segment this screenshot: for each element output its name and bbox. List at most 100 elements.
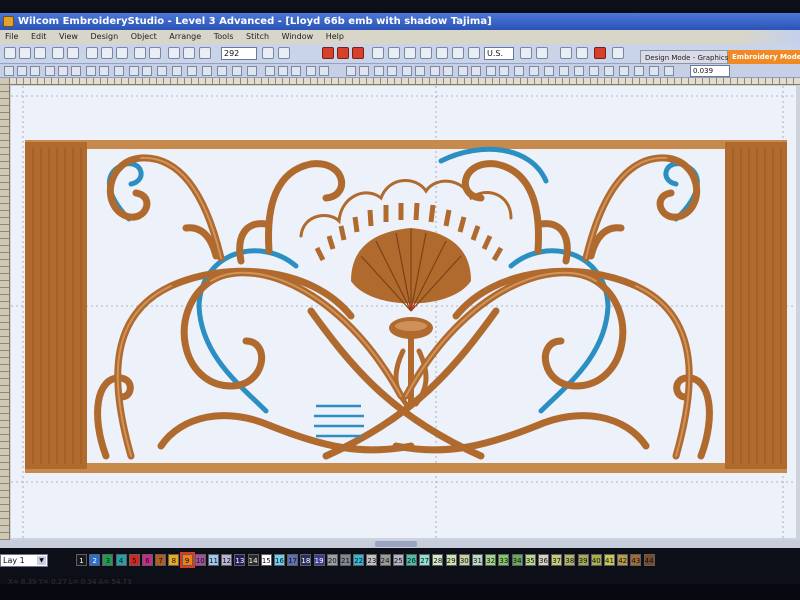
horizontal-scrollbar[interactable] [0,540,800,548]
break-apart-icon[interactable] [544,66,554,76]
palette-color-24[interactable]: 24 [379,554,391,566]
open-file-icon[interactable] [19,47,31,59]
knife-icon[interactable] [589,66,599,76]
palette-color-8[interactable]: 8 [168,554,180,566]
mirror-v-icon[interactable] [471,66,481,76]
palette-color-40[interactable]: 40 [590,554,602,566]
palette-color-21[interactable]: 21 [340,554,351,566]
zoom-out-icon[interactable] [183,47,195,59]
motif-icon[interactable] [232,66,242,76]
tie-in-icon[interactable] [430,66,440,76]
align-left-icon[interactable] [265,66,275,76]
reshape-icon[interactable] [388,47,400,59]
spacing-icon[interactable] [359,66,369,76]
palette-color-27[interactable]: 27 [419,554,431,566]
satin-icon[interactable] [352,47,364,59]
palette-color-14[interactable]: 14 [247,554,259,566]
backstitch-icon[interactable] [71,66,81,76]
scrollbar-thumb[interactable] [375,541,417,547]
travel-icon[interactable] [649,66,659,76]
palette-color-5[interactable]: 5 [128,554,140,566]
menu-file[interactable]: File [0,30,23,44]
underlay-icon[interactable] [402,66,412,76]
contour-icon[interactable] [202,66,212,76]
palette-color-12[interactable]: 12 [221,554,233,566]
menu-help[interactable]: Help [321,30,349,44]
palette-color-22[interactable]: 22 [353,554,365,566]
palette-color-30[interactable]: 30 [458,554,470,566]
palette-color-1[interactable]: 1 [76,554,87,566]
palette-color-13[interactable]: 13 [234,554,246,566]
palette-color-36[interactable]: 36 [538,554,549,566]
align-center-icon[interactable] [278,66,288,76]
color-film-icon[interactable] [594,47,606,59]
angle-icon[interactable] [374,66,384,76]
trim-icon[interactable] [415,66,425,76]
menu-window[interactable]: Window [277,30,319,44]
palette-color-31[interactable]: 31 [472,554,483,566]
palette-color-4[interactable]: 4 [115,554,127,566]
column-b-icon[interactable] [99,66,109,76]
stitch-player-icon[interactable] [536,47,548,59]
palette-color-2[interactable]: 2 [89,554,101,566]
new-file-icon[interactable] [4,47,16,59]
show-grid-icon[interactable] [262,47,274,59]
units-field[interactable]: U.S. [484,47,514,60]
appliqué-icon[interactable] [157,66,167,76]
weld-icon[interactable] [529,66,539,76]
run-stitch-icon[interactable] [45,66,55,76]
triple-run-icon[interactable] [58,66,68,76]
bold-icon[interactable] [306,66,316,76]
menu-stitch[interactable]: Stitch [241,30,274,44]
palette-color-15[interactable]: 15 [260,554,272,566]
show-functions-icon[interactable] [576,47,588,59]
rotate-left-icon[interactable] [486,66,496,76]
sequence-icon[interactable] [634,66,644,76]
fill-icon[interactable] [337,47,349,59]
stitch-edit-icon[interactable] [574,66,584,76]
outline-icon[interactable] [322,47,334,59]
design-view-select[interactable]: Lay 1 ▼ [0,554,48,567]
redo-icon[interactable] [149,47,161,59]
input-c-icon[interactable] [30,66,40,76]
scale-icon[interactable] [514,66,524,76]
design-mode-tab[interactable]: Design Mode - Graphics View [640,50,747,64]
mirror-h-icon[interactable] [458,66,468,76]
menu-design[interactable]: Design [86,30,124,44]
outline-offset-icon[interactable] [559,66,569,76]
palette-color-16[interactable]: 16 [274,554,285,566]
palette-color-28[interactable]: 28 [432,554,444,566]
menu-object[interactable]: Object [126,30,162,44]
palette-color-41[interactable]: 41 [604,554,615,566]
palette-color-44[interactable]: 44 [643,554,655,566]
group-icon[interactable] [452,47,464,59]
menu-tools[interactable]: Tools [209,30,239,44]
palette-color-37[interactable]: 37 [551,554,563,566]
zoom-in-icon[interactable] [168,47,180,59]
palette-color-6[interactable]: 6 [142,554,153,566]
italic-icon[interactable] [319,66,329,76]
grid-icon[interactable] [404,47,416,59]
reset-icon[interactable] [664,66,674,76]
zoom-box-icon[interactable] [199,47,211,59]
monogram-icon[interactable] [142,66,152,76]
palette-color-43[interactable]: 43 [630,554,642,566]
copy-icon[interactable] [101,47,113,59]
paste-icon[interactable] [116,47,128,59]
density-icon[interactable] [346,66,356,76]
palette-color-11[interactable]: 11 [208,554,219,566]
palette-color-39[interactable]: 39 [577,554,589,566]
satin-fill-icon[interactable] [187,66,197,76]
closest-join-icon[interactable] [604,66,614,76]
palette-color-23[interactable]: 23 [366,554,378,566]
palette-color-29[interactable]: 29 [445,554,457,566]
palette-color-7[interactable]: 7 [155,554,167,566]
auto-start-end-icon[interactable] [619,66,629,76]
palette-color-3[interactable]: 3 [102,554,114,566]
column-a-icon[interactable] [86,66,96,76]
pull-comp-icon[interactable] [387,66,397,76]
input-a-icon[interactable] [4,66,14,76]
palette-color-35[interactable]: 35 [524,554,536,566]
align-right-icon[interactable] [291,66,301,76]
palette-color-42[interactable]: 42 [617,554,629,566]
